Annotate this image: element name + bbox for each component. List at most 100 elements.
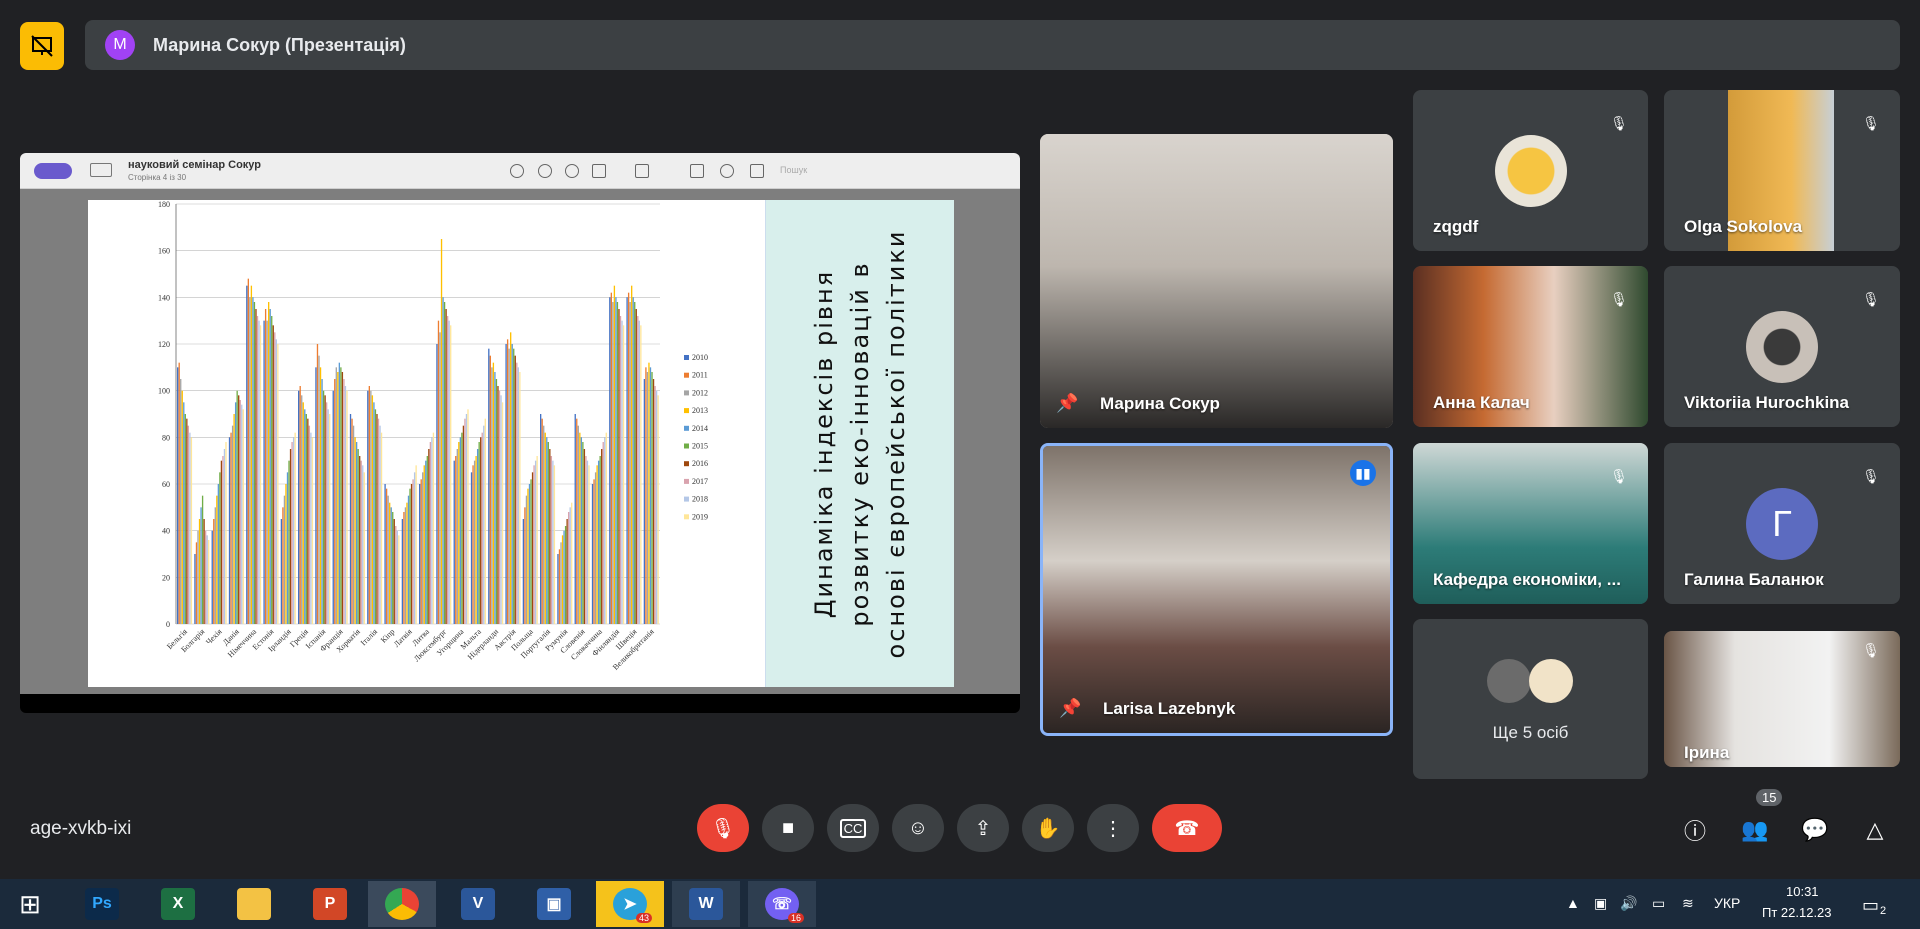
bar bbox=[505, 344, 507, 624]
bar bbox=[563, 530, 565, 624]
bar bbox=[354, 437, 356, 624]
tray-app-icon[interactable]: ▣ bbox=[1594, 895, 1607, 912]
bar bbox=[252, 297, 254, 624]
bar bbox=[540, 414, 542, 624]
taskbar-word[interactable]: W bbox=[672, 881, 740, 927]
taskbar-chrome[interactable] bbox=[368, 881, 436, 927]
bar bbox=[533, 465, 535, 624]
annotate-icon bbox=[720, 164, 734, 178]
emoji-icon: ☺ bbox=[907, 816, 929, 839]
bar bbox=[566, 519, 568, 624]
reactions-button[interactable]: ☺ bbox=[892, 804, 944, 852]
participant-tile[interactable]: 🎙 Анна Калач bbox=[1413, 266, 1648, 427]
bar bbox=[225, 442, 227, 624]
participant-tile[interactable]: 🎙 Olga Sokolova bbox=[1664, 90, 1900, 251]
people-button[interactable]: 👥 bbox=[1735, 810, 1775, 850]
bar bbox=[406, 502, 408, 624]
language-indicator[interactable]: УКР bbox=[1714, 895, 1740, 911]
bar bbox=[363, 472, 365, 624]
battery-icon[interactable]: ▭ bbox=[1652, 895, 1665, 912]
chat-button[interactable]: 💬 bbox=[1795, 810, 1835, 850]
participant-tile[interactable]: 🎙 zqgdf bbox=[1413, 90, 1648, 251]
participant-tile-main1[interactable]: 📌 Марина Сокур bbox=[1040, 134, 1393, 428]
bar bbox=[346, 390, 348, 624]
bar bbox=[292, 437, 295, 624]
clock-date[interactable]: Пт 22.12.23 bbox=[1762, 905, 1832, 920]
bar bbox=[178, 362, 180, 624]
participant-name: Viktoriia Hurochkina bbox=[1684, 393, 1850, 412]
bar bbox=[508, 348, 510, 624]
volume-icon[interactable]: 🔊 bbox=[1620, 895, 1637, 912]
taskbar-explorer[interactable] bbox=[220, 881, 288, 927]
bar bbox=[456, 449, 458, 624]
taskbar-telegram[interactable]: ➤ 43 bbox=[596, 881, 664, 927]
more-participants-tile[interactable]: Ще 5 осіб bbox=[1413, 619, 1648, 779]
bar bbox=[645, 367, 647, 624]
bar bbox=[464, 418, 466, 624]
camera-toggle-button[interactable]: ■ bbox=[762, 804, 814, 852]
clock-time[interactable]: 10:31 bbox=[1786, 884, 1819, 899]
presenter-bar[interactable]: M Марина Сокур (Презентація) bbox=[85, 20, 1900, 70]
taskbar-photoshop[interactable]: Ps bbox=[68, 881, 136, 927]
mic-off-icon: 🎙 bbox=[710, 817, 736, 840]
wifi-icon[interactable]: ≋ bbox=[1682, 895, 1694, 912]
windows-taskbar: ⊞ Ps X P V ▣ ➤ 43 W ☏ 16 ▲ ▣ 🔊 ▭ ≋ УКР 10:… bbox=[0, 879, 1920, 929]
taskbar-powerpoint[interactable]: P bbox=[296, 881, 364, 927]
bar bbox=[269, 309, 271, 624]
bar bbox=[301, 395, 303, 624]
bar bbox=[294, 432, 296, 624]
bar bbox=[302, 402, 304, 624]
taskbar-save[interactable]: ▣ bbox=[520, 881, 588, 927]
bar bbox=[308, 425, 311, 624]
leave-call-button[interactable]: ☎ bbox=[1152, 804, 1222, 852]
taskbar-excel[interactable]: X bbox=[144, 881, 212, 927]
mic-off-icon: 🎙 bbox=[1610, 114, 1628, 131]
mic-off-icon: 🎙 bbox=[1610, 467, 1628, 484]
activities-button[interactable]: △ bbox=[1855, 810, 1895, 850]
more-options-button[interactable]: ⋮ bbox=[1087, 804, 1139, 852]
bar bbox=[307, 418, 309, 624]
meeting-info-button[interactable]: ⓘ bbox=[1675, 810, 1715, 850]
participant-tile[interactable]: 🎙 Кафедра економіки, ... bbox=[1413, 443, 1648, 604]
bar bbox=[220, 460, 223, 624]
raise-hand-button[interactable]: ✋ bbox=[1022, 804, 1074, 852]
bar bbox=[211, 530, 213, 624]
bar bbox=[530, 479, 532, 624]
taskbar-viber[interactable]: ☏ 16 bbox=[748, 881, 816, 927]
mic-off-icon: 🎙 bbox=[1862, 467, 1880, 484]
bar bbox=[367, 390, 369, 624]
bar bbox=[550, 456, 553, 624]
bar bbox=[392, 512, 394, 624]
bar bbox=[448, 320, 450, 624]
captions-button[interactable]: CC bbox=[827, 804, 879, 852]
legend-swatch bbox=[684, 425, 689, 431]
tray-chevron-icon[interactable]: ▲ bbox=[1566, 895, 1580, 911]
bar bbox=[343, 379, 345, 624]
bar bbox=[517, 367, 519, 624]
participant-tile[interactable]: 🎙 Viktoriia Hurochkina bbox=[1664, 266, 1900, 427]
notification-icon[interactable]: ▭ bbox=[1862, 895, 1879, 916]
start-button[interactable]: ⊞ bbox=[0, 881, 60, 927]
bar bbox=[560, 542, 562, 624]
participant-tile[interactable]: Г 🎙 Галина Баланюк bbox=[1664, 443, 1900, 604]
bar bbox=[480, 437, 482, 624]
bar bbox=[588, 465, 590, 624]
bar bbox=[557, 554, 559, 624]
bar bbox=[571, 502, 573, 624]
activities-icon: △ bbox=[1866, 817, 1884, 842]
present-button[interactable]: ⇪ bbox=[957, 804, 1009, 852]
bar bbox=[277, 344, 279, 624]
meeting-code: age-xvkb-ixi bbox=[30, 818, 132, 839]
participant-tile[interactable]: 🎙 Ірина bbox=[1664, 631, 1900, 767]
participant-tile-main2[interactable]: ▮▮ 📌 Larisa Lazebnyk bbox=[1040, 443, 1393, 736]
taskbar-word-doc[interactable]: V bbox=[444, 881, 512, 927]
bar bbox=[553, 465, 556, 624]
bar bbox=[412, 479, 414, 624]
bar bbox=[201, 495, 204, 624]
participant-name: Olga Sokolova bbox=[1684, 217, 1803, 236]
bar bbox=[596, 465, 598, 624]
bar bbox=[401, 519, 404, 624]
bar bbox=[360, 460, 362, 624]
presenting-icon-button[interactable] bbox=[20, 22, 64, 70]
mic-toggle-button[interactable]: 🎙 bbox=[697, 804, 749, 852]
